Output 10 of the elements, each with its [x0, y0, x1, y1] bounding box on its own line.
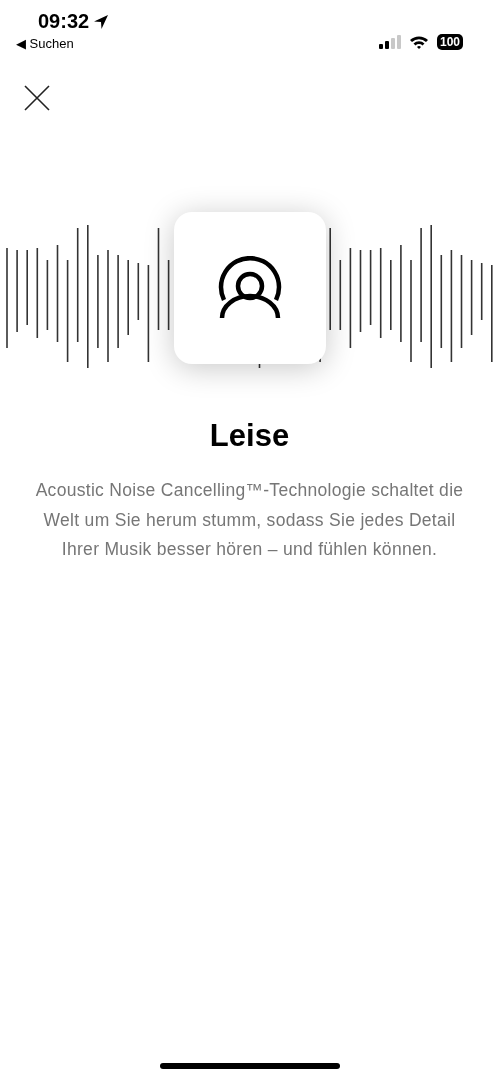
- person-icon: [218, 256, 282, 320]
- location-arrow-icon: [93, 13, 110, 30]
- wifi-icon: [408, 35, 429, 49]
- status-time: 09:32: [38, 10, 90, 33]
- battery-indicator: 100: [436, 34, 463, 50]
- feature-description: Acoustic Noise Cancelling™-Technologie schaltet die Welt um Sie herum stumm, sodass Sie jedes Detail Ihrer Musik besser hören – und fühlen können.: [34, 479, 465, 561]
- close-button[interactable]: [24, 85, 50, 111]
- feature-title: Leise: [208, 418, 291, 454]
- signal-icon: [378, 35, 401, 49]
- back-link[interactable]: ◀ Suchen: [16, 36, 110, 51]
